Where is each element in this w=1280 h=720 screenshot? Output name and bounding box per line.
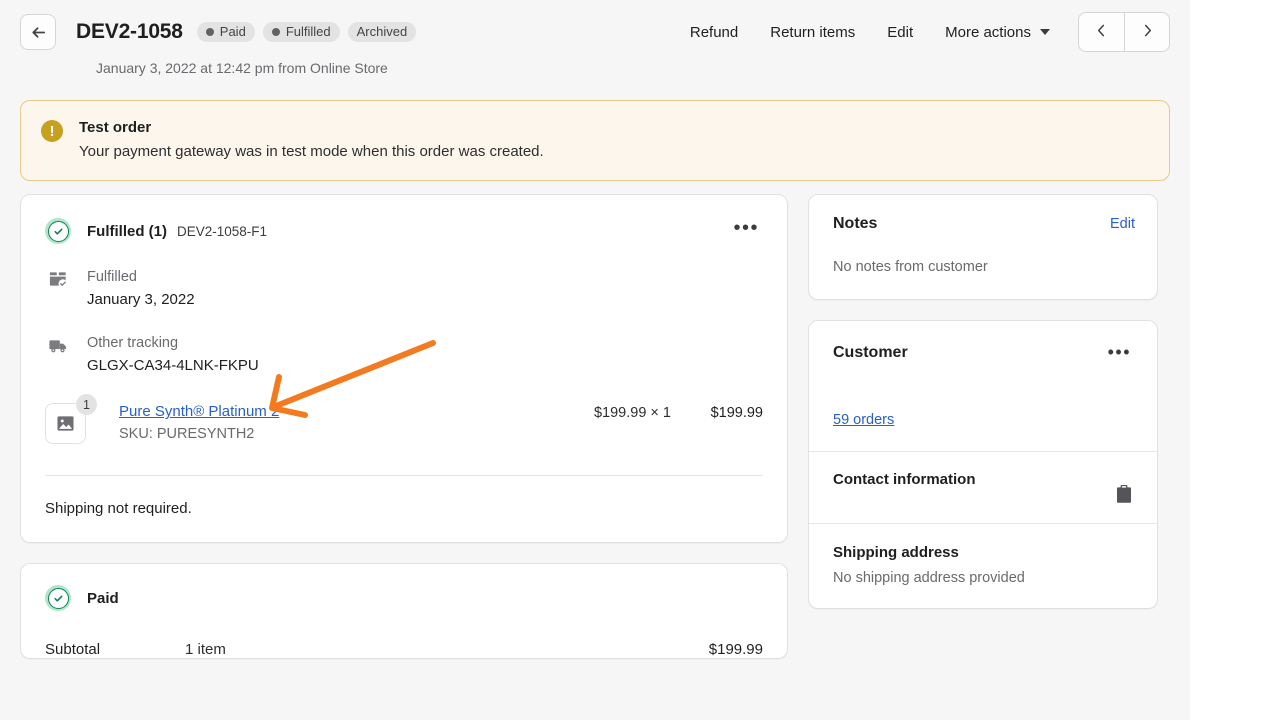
more-actions-button[interactable]: More actions <box>929 16 1066 49</box>
shipping-address-value: No shipping address provided <box>833 570 1133 586</box>
line-item-sku: SKU: PURESYNTH2 <box>119 426 594 442</box>
fulfillment-reference: DEV2-1058-F1 <box>177 224 267 239</box>
payment-spacer <box>21 611 787 641</box>
line-item-thumbnail-wrapper: 1 <box>45 403 86 444</box>
notes-title: Notes <box>833 215 877 233</box>
notes-edit-link[interactable]: Edit <box>1110 216 1135 232</box>
badge-dot-icon <box>272 28 280 36</box>
test-order-banner: ! Test order Your payment gateway was in… <box>20 100 1170 181</box>
notes-body: No notes from customer <box>809 233 1157 299</box>
line-item-title-link[interactable]: Pure Synth® Platinum 2 <box>119 403 279 420</box>
payment-card-header: Paid <box>21 564 787 611</box>
chevron-down-icon <box>1040 29 1050 35</box>
chevron-left-icon <box>1094 23 1109 41</box>
badge-dot-icon <box>206 28 214 36</box>
customer-more-actions-button[interactable]: ••• <box>1104 341 1135 365</box>
chevron-right-icon <box>1140 23 1155 41</box>
line-item: 1 Pure Synth® Platinum 2 SKU: PURESYNTH2… <box>21 397 787 444</box>
previous-order-button[interactable] <box>1079 13 1124 51</box>
contact-information-section: Contact information <box>809 451 1157 523</box>
truck-icon <box>45 335 71 356</box>
payment-card: Paid Subtotal 1 item $199.99 <box>20 563 788 659</box>
page-title: DEV2-1058 <box>76 20 183 44</box>
status-badge-archived-label: Archived <box>357 25 408 38</box>
contact-information-title: Contact information <box>833 471 1133 488</box>
fulfilled-label: Fulfilled <box>87 266 195 288</box>
fulfilled-date-text: Fulfilled January 3, 2022 <box>87 266 195 312</box>
payment-title: Paid <box>87 590 119 607</box>
main-column: Fulfilled (1) DEV2-1058-F1 ••• <box>20 194 788 659</box>
fulfillment-title: Fulfilled (1) <box>87 223 167 240</box>
package-check-icon <box>45 269 71 290</box>
tracking-row: Other tracking GLGX-CA34-4LNK-FKPU <box>45 332 763 378</box>
shipping-address-section: Shipping address No shipping address pro… <box>809 523 1157 608</box>
customer-orders-link[interactable]: 59 orders <box>833 412 894 428</box>
header-row: DEV2-1058 Paid Fulfilled Archived Refund… <box>20 10 1170 54</box>
return-items-button[interactable]: Return items <box>754 16 871 49</box>
next-order-button[interactable] <box>1124 13 1169 51</box>
line-item-quantity-badge: 1 <box>76 394 97 415</box>
subtotal-label: Subtotal <box>45 641 185 658</box>
order-timestamp: January 3, 2022 at 12:42 pm from Online … <box>96 60 1170 76</box>
clipboard-copy-icon[interactable] <box>1115 484 1133 509</box>
tracking-label: Other tracking <box>87 332 259 354</box>
banner-title: Test order <box>79 119 544 136</box>
header-actions: Refund Return items Edit More actions <box>674 12 1170 52</box>
status-badge-archived: Archived <box>348 22 417 42</box>
content-area: Fulfilled (1) DEV2-1058-F1 ••• <box>0 181 1190 659</box>
totals-row-subtotal: Subtotal 1 item $199.99 <box>21 641 787 658</box>
more-actions-label: More actions <box>945 24 1031 41</box>
line-item-total: $199.99 <box>671 405 763 421</box>
line-item-body: Pure Synth® Platinum 2 SKU: PURESYNTH2 <box>119 403 594 442</box>
arrow-left-icon <box>29 23 48 42</box>
fulfilled-value: January 3, 2022 <box>87 288 195 311</box>
customer-card: Customer ••• 59 orders Contact informati… <box>808 320 1158 609</box>
back-button[interactable] <box>20 14 56 50</box>
status-badges: Paid Fulfilled Archived <box>197 22 416 42</box>
check-circle-icon <box>45 218 71 244</box>
line-item-unit-price: $199.99 × 1 <box>594 405 671 421</box>
status-badge-paid-label: Paid <box>220 25 246 38</box>
page-header: DEV2-1058 Paid Fulfilled Archived Refund… <box>0 0 1190 76</box>
fulfillment-info-rows: Fulfilled January 3, 2022 <box>21 246 787 377</box>
fulfillment-card-header: Fulfilled (1) DEV2-1058-F1 ••• <box>21 195 787 246</box>
customer-orders-block: 59 orders <box>809 365 1157 451</box>
notes-card-header: Notes Edit <box>809 195 1157 233</box>
fulfilled-date-row: Fulfilled January 3, 2022 <box>45 266 763 312</box>
banner-body: Your payment gateway was in test mode wh… <box>79 143 544 160</box>
pager <box>1078 12 1170 52</box>
customer-card-header: Customer ••• <box>809 321 1157 365</box>
notes-card: Notes Edit No notes from customer <box>808 194 1158 300</box>
alert-exclamation-icon: ! <box>41 120 63 142</box>
tracking-number: GLGX-CA34-4LNK-FKPU <box>87 354 259 377</box>
fulfillment-more-actions-button[interactable]: ••• <box>729 216 763 246</box>
edit-button[interactable]: Edit <box>871 16 929 49</box>
status-badge-paid: Paid <box>197 22 255 42</box>
sidebar-column: Notes Edit No notes from customer Custom… <box>808 194 1158 609</box>
subtotal-description: 1 item <box>185 641 709 658</box>
subtotal-amount: $199.99 <box>709 641 763 658</box>
fulfillment-card: Fulfilled (1) DEV2-1058-F1 ••• <box>20 194 788 543</box>
customer-title: Customer <box>833 344 908 362</box>
refund-button[interactable]: Refund <box>674 16 754 49</box>
banner-content: Test order Your payment gateway was in t… <box>79 119 544 160</box>
shipping-requirement-note: Shipping not required. <box>21 476 787 542</box>
order-details-page: DEV2-1058 Paid Fulfilled Archived Refund… <box>0 0 1190 720</box>
tracking-text: Other tracking GLGX-CA34-4LNK-FKPU <box>87 332 259 378</box>
status-badge-fulfilled-label: Fulfilled <box>286 25 331 38</box>
check-circle-icon <box>45 585 71 611</box>
status-badge-fulfilled: Fulfilled <box>263 22 340 42</box>
shipping-address-title: Shipping address <box>833 544 1133 561</box>
